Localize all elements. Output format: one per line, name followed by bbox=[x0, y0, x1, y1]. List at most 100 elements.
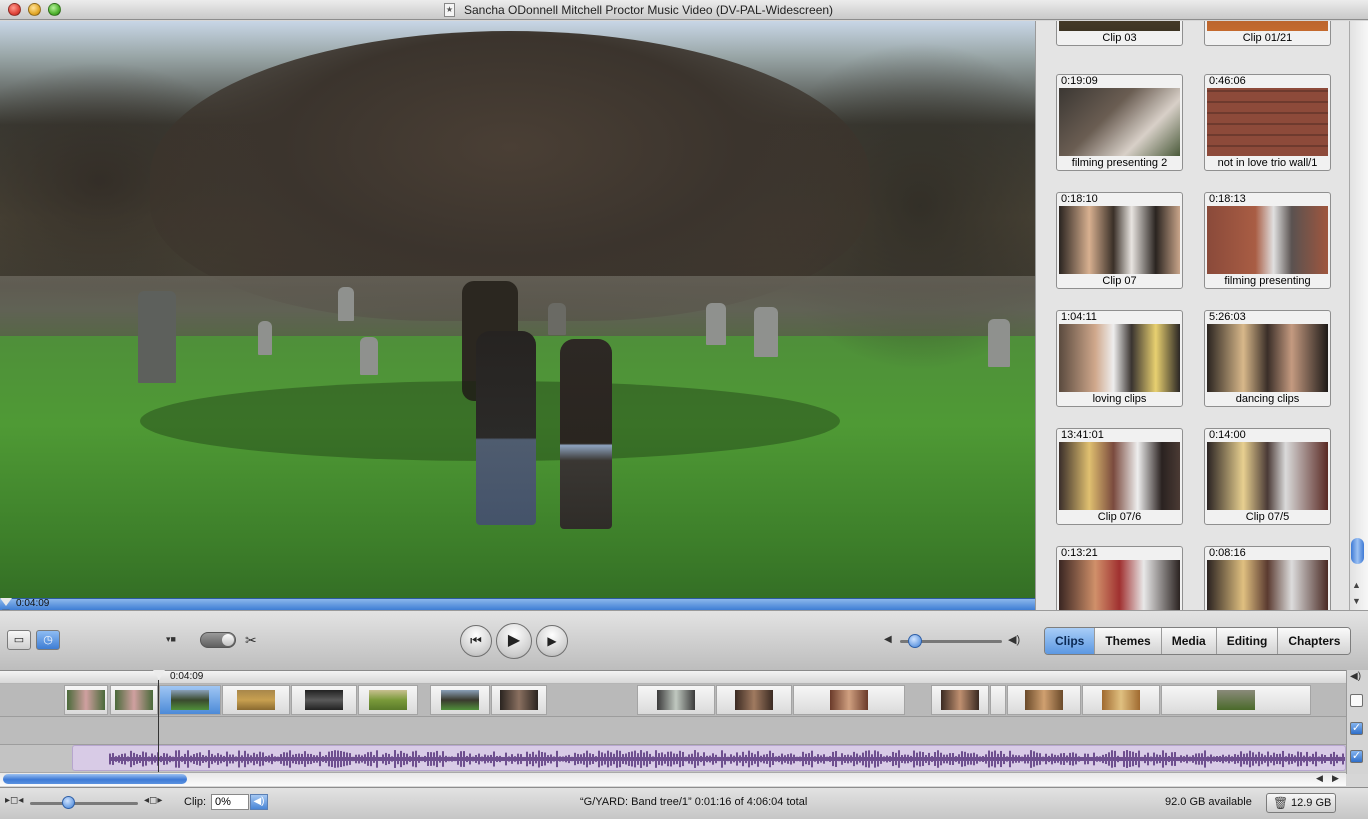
waveform-peak bbox=[436, 750, 438, 768]
waveform-peak bbox=[1264, 755, 1266, 763]
waveform-peak bbox=[1168, 755, 1170, 763]
video-track-checkbox[interactable] bbox=[1350, 694, 1363, 707]
audio-track-2-checkbox[interactable]: ✓ bbox=[1350, 750, 1363, 763]
timeline-clip[interactable] bbox=[1161, 685, 1311, 715]
clip-item[interactable]: 0:18:13 filming presenting bbox=[1204, 192, 1331, 289]
clip-item[interactable]: Clip 01/21 bbox=[1204, 21, 1331, 46]
waveform-peak bbox=[193, 754, 195, 764]
tab-clips[interactable]: Clips bbox=[1045, 628, 1095, 654]
waveform-peak bbox=[280, 754, 282, 764]
waveform-peak bbox=[463, 751, 465, 767]
clip-item[interactable]: 0:13:21 bbox=[1056, 546, 1183, 610]
clip-volume-speaker-icon[interactable]: ◀) bbox=[250, 794, 268, 810]
scrubber-bar[interactable] bbox=[0, 598, 1035, 610]
audio-track-1-checkbox[interactable]: ✓ bbox=[1350, 722, 1363, 735]
timeline-clip[interactable] bbox=[793, 685, 905, 715]
audio-clip-waveform[interactable] bbox=[72, 745, 1346, 771]
timeline-clip-thumbnail bbox=[1217, 690, 1255, 710]
timeline-clip[interactable] bbox=[358, 685, 418, 715]
tab-media[interactable]: Media bbox=[1160, 628, 1216, 654]
timeline-clip[interactable] bbox=[716, 685, 792, 715]
waveform-peak bbox=[1093, 752, 1095, 766]
clip-volume-field[interactable] bbox=[211, 794, 249, 810]
timeline-zoom-knob[interactable] bbox=[62, 796, 75, 809]
timeline-playhead[interactable] bbox=[153, 670, 165, 680]
waveform-peak bbox=[574, 752, 576, 766]
clip-duration: 0:18:10 bbox=[1061, 193, 1098, 205]
waveform-peak bbox=[979, 756, 981, 762]
minimize-window-button[interactable] bbox=[28, 3, 41, 16]
waveform-peak bbox=[109, 753, 111, 765]
tab-themes[interactable]: Themes bbox=[1094, 628, 1161, 654]
waveform-peak bbox=[409, 756, 411, 762]
trash-size: 12.9 GB bbox=[1291, 797, 1332, 809]
waveform-peak bbox=[1315, 751, 1317, 767]
clip-item[interactable]: 0:14:00 Clip 07/5 bbox=[1204, 428, 1331, 525]
waveform-peak bbox=[976, 754, 978, 764]
timeline-clip[interactable] bbox=[491, 685, 547, 715]
clip-item[interactable]: 5:26:03 dancing clips bbox=[1204, 310, 1331, 407]
timeline-clip[interactable] bbox=[637, 685, 715, 715]
waveform-peak bbox=[199, 752, 201, 766]
timeline-clip[interactable] bbox=[222, 685, 290, 715]
waveform-peak bbox=[1102, 754, 1104, 764]
trash-button[interactable]: 🗑 12.9 GB bbox=[1266, 793, 1336, 813]
clip-viewer-button[interactable]: ▭ bbox=[7, 630, 31, 650]
clip-duration: 0:19:09 bbox=[1061, 75, 1098, 87]
play-fullscreen-button[interactable]: ▶ bbox=[536, 625, 568, 657]
timeline-clip-selected[interactable] bbox=[159, 685, 221, 715]
timeline-hscrollbar[interactable] bbox=[0, 772, 1346, 786]
timeline-clip[interactable] bbox=[1082, 685, 1160, 715]
waveform-peak bbox=[313, 755, 315, 763]
scroll-right-arrow-icon[interactable]: ▶ bbox=[1332, 773, 1339, 784]
clip-item[interactable]: 0:19:09 filming presenting 2 bbox=[1056, 74, 1183, 171]
clip-item[interactable]: 1:04:11 loving clips bbox=[1056, 310, 1183, 407]
timeline-clip[interactable] bbox=[990, 685, 1006, 715]
scroll-up-arrow-icon[interactable]: ▲ bbox=[1352, 580, 1361, 590]
clip-item[interactable]: 0:18:10 Clip 07 bbox=[1056, 192, 1183, 289]
waveform-peak bbox=[478, 753, 480, 765]
clip-volume-label: Clip: bbox=[184, 796, 207, 808]
timeline-viewer-button[interactable]: ◷ bbox=[36, 630, 60, 650]
timeline-clip[interactable] bbox=[1007, 685, 1081, 715]
rewind-button[interactable]: ⏮ bbox=[460, 625, 492, 657]
waveform-peak bbox=[1147, 752, 1149, 766]
waveform-peak bbox=[583, 753, 585, 765]
waveform-peak bbox=[169, 755, 171, 763]
timeline-zoom-slider[interactable] bbox=[30, 802, 138, 805]
clip-name: Clip 01/21 bbox=[1242, 32, 1293, 44]
scrubber-playhead[interactable] bbox=[0, 598, 12, 606]
tab-editing[interactable]: Editing bbox=[1215, 628, 1278, 654]
waveform-peak bbox=[631, 751, 633, 767]
zoom-window-button[interactable] bbox=[48, 3, 61, 16]
scroll-down-arrow-icon[interactable]: ▼ bbox=[1352, 596, 1361, 606]
timeline-clip[interactable] bbox=[430, 685, 490, 715]
timeline-clip[interactable] bbox=[931, 685, 989, 715]
waveform-peak bbox=[592, 754, 594, 764]
clips-scrollbar[interactable] bbox=[1349, 21, 1368, 610]
timeline-hscroll-thumb[interactable] bbox=[3, 774, 187, 784]
video-viewer[interactable] bbox=[0, 21, 1035, 598]
waveform-peak bbox=[235, 756, 237, 762]
camera-edit-toggle[interactable] bbox=[200, 632, 236, 648]
play-button[interactable]: ▶ bbox=[496, 623, 532, 659]
close-window-button[interactable] bbox=[8, 3, 21, 16]
tab-chapters[interactable]: Chapters bbox=[1277, 628, 1351, 654]
clip-item[interactable]: 13:41:01 Clip 07/6 bbox=[1056, 428, 1183, 525]
clips-scroll-thumb[interactable] bbox=[1351, 538, 1364, 564]
waveform-peak bbox=[415, 750, 417, 768]
clip-item[interactable]: 0:08:16 bbox=[1204, 546, 1331, 610]
timeline-clip[interactable] bbox=[291, 685, 357, 715]
waveform-peak bbox=[601, 752, 603, 766]
scroll-left-arrow-icon[interactable]: ◀ bbox=[1316, 773, 1323, 784]
clip-item[interactable]: Clip 03 bbox=[1056, 21, 1183, 46]
audio-track-1[interactable] bbox=[0, 716, 1346, 744]
waveform-peak bbox=[682, 751, 684, 767]
timeline-clip[interactable] bbox=[64, 685, 108, 715]
clip-thumbnail bbox=[1059, 21, 1180, 31]
waveform-peak bbox=[541, 751, 543, 767]
clip-item[interactable]: 0:46:06 not in love trio wall/1 bbox=[1204, 74, 1331, 171]
waveform-peak bbox=[550, 754, 552, 764]
timeline-clip[interactable] bbox=[110, 685, 158, 715]
waveform-peak bbox=[1159, 754, 1161, 764]
